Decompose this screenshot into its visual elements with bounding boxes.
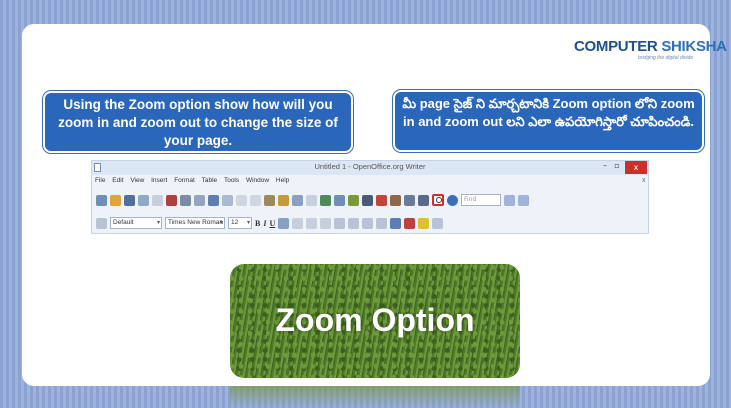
paragraph-background-icon[interactable] xyxy=(432,217,444,229)
menu-view[interactable]: View xyxy=(130,177,144,184)
logo-brand-accent: SHIKSHA xyxy=(661,38,727,55)
menu-insert[interactable]: Insert xyxy=(151,177,167,184)
gallery-icon[interactable] xyxy=(390,194,401,206)
font-size-select[interactable]: 12 xyxy=(228,217,252,229)
paste-icon[interactable] xyxy=(264,194,275,206)
print-icon[interactable] xyxy=(180,194,191,206)
table-icon[interactable] xyxy=(334,194,345,206)
hyperlink-icon[interactable] xyxy=(320,194,331,206)
decrease-indent-icon[interactable] xyxy=(362,217,374,229)
draw-functions-icon[interactable] xyxy=(348,194,359,206)
slide-frame: COMPUTER SHIKSHA bridging the digital di… xyxy=(0,0,731,408)
zoom-icon[interactable] xyxy=(432,194,444,206)
english-instruction-callout: Using the Zoom option show how will you … xyxy=(43,91,353,153)
bold-button[interactable]: B xyxy=(255,219,260,228)
new-icon[interactable] xyxy=(96,194,107,206)
nonprinting-characters-icon[interactable] xyxy=(418,194,429,206)
increase-indent-icon[interactable] xyxy=(376,217,388,229)
title-bar: Untitled 1 - OpenOffice.org Writer – ▫ x xyxy=(92,161,648,175)
menu-file[interactable]: File xyxy=(95,177,105,184)
menu-help[interactable]: Help xyxy=(276,177,289,184)
font-color-icon[interactable] xyxy=(390,217,402,229)
data-sources-icon[interactable] xyxy=(404,194,415,206)
email-icon[interactable] xyxy=(138,194,149,206)
navigator-icon[interactable] xyxy=(376,194,387,206)
open-icon[interactable] xyxy=(110,194,121,206)
format-paintbrush-icon[interactable] xyxy=(278,194,289,206)
find-previous-icon[interactable] xyxy=(518,194,529,206)
cut-icon[interactable] xyxy=(236,194,247,206)
redo-icon[interactable] xyxy=(306,194,317,206)
zoom-option-image: Zoom Option xyxy=(230,264,520,378)
bullets-icon[interactable] xyxy=(348,217,360,229)
underline-button[interactable]: U xyxy=(269,219,275,228)
find-replace-icon[interactable] xyxy=(362,194,373,206)
undo-icon[interactable] xyxy=(292,194,303,206)
highlighting-icon[interactable] xyxy=(404,217,416,229)
export-pdf-icon[interactable] xyxy=(166,194,177,206)
logo-tagline: bridging the digital divide xyxy=(638,55,694,61)
edit-file-icon[interactable] xyxy=(152,194,163,206)
window-title: Untitled 1 - OpenOffice.org Writer xyxy=(314,162,426,171)
computer-shiksha-logo: COMPUTER SHIKSHA bridging the digital di… xyxy=(574,38,727,64)
font-name-select[interactable]: Times New Roman xyxy=(165,217,225,229)
paragraph-style-select[interactable]: Default xyxy=(110,217,162,229)
menu-tools[interactable]: Tools xyxy=(224,177,239,184)
spellcheck-icon[interactable] xyxy=(208,194,219,206)
zoom-card-reflection xyxy=(230,386,520,408)
logo-wordmark: COMPUTER SHIKSHA xyxy=(574,38,727,55)
page-preview-icon[interactable] xyxy=(194,194,205,206)
align-center-icon[interactable] xyxy=(292,217,304,229)
find-input[interactable]: Find xyxy=(461,194,501,206)
menu-edit[interactable]: Edit xyxy=(112,177,123,184)
align-right-icon[interactable] xyxy=(306,217,318,229)
styles-formatting-icon[interactable] xyxy=(96,217,107,229)
maximize-button[interactable]: ▫ xyxy=(612,161,622,173)
numbering-icon[interactable] xyxy=(334,217,346,229)
find-next-icon[interactable] xyxy=(504,194,515,206)
autospellcheck-icon[interactable] xyxy=(222,194,233,206)
zoom-option-title: Zoom Option xyxy=(275,302,475,338)
menu-table[interactable]: Table xyxy=(202,177,218,184)
formatting-toolbar: Default Times New Roman 12 B I U xyxy=(96,214,444,232)
background-color-icon[interactable] xyxy=(418,217,430,229)
justify-icon[interactable] xyxy=(320,217,332,229)
logo-brand: COMPUTER xyxy=(574,38,658,55)
save-icon[interactable] xyxy=(124,194,135,206)
help-icon[interactable] xyxy=(447,194,458,206)
copy-icon[interactable] xyxy=(250,194,261,206)
minimize-button[interactable]: – xyxy=(600,161,610,173)
telugu-instruction-callout: మీ page సైజ్ ని మార్చటానికి Zoom option … xyxy=(393,90,704,152)
menu-bar: File Edit View Insert Format Table Tools… xyxy=(92,177,648,189)
standard-toolbar: Find xyxy=(96,191,529,209)
writer-window-screenshot: Untitled 1 - OpenOffice.org Writer – ▫ x… xyxy=(91,160,649,234)
close-button[interactable]: x xyxy=(625,161,647,174)
menu-window[interactable]: Window xyxy=(246,177,269,184)
menu-format[interactable]: Format xyxy=(174,177,195,184)
italic-button[interactable]: I xyxy=(263,219,266,228)
align-left-icon[interactable] xyxy=(278,217,290,229)
document-close-icon[interactable]: x xyxy=(642,177,646,184)
